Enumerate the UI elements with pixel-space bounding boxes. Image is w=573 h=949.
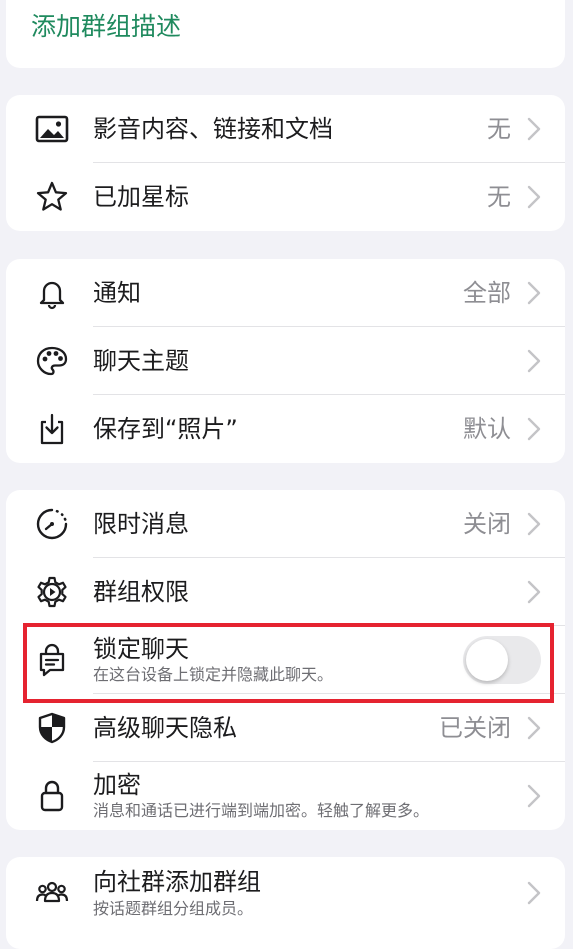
chevron-right-icon	[527, 117, 541, 141]
add-to-community-description: 按话题群组分组成员。	[93, 899, 254, 918]
group-permissions-row[interactable]: 群组权限	[6, 558, 565, 626]
add-group-description-link[interactable]: 添加群组描述	[31, 12, 181, 42]
lock-chat-label: 锁定聊天	[93, 635, 189, 663]
lock-chat-toggle[interactable]	[463, 636, 541, 684]
starred-row[interactable]: 已加星标 无	[6, 163, 565, 231]
group-description-card: 添加群组描述	[6, 0, 565, 68]
shield-icon	[34, 710, 70, 746]
chevron-right-icon	[527, 417, 541, 441]
media-links-docs-label: 影音内容、链接和文档	[93, 115, 333, 143]
image-icon	[34, 111, 70, 147]
chat-theme-label: 聊天主题	[93, 347, 189, 375]
chevron-right-icon	[527, 512, 541, 536]
encryption-row[interactable]: 加密 消息和通话已进行端到端加密。轻触了解更多。	[6, 762, 565, 830]
disappearing-messages-value: 关闭	[463, 510, 511, 538]
chevron-right-icon	[527, 281, 541, 305]
lock-chat-icon	[34, 642, 70, 678]
save-to-photos-value: 默认	[463, 415, 511, 443]
disappearing-messages-label: 限时消息	[93, 510, 189, 538]
group-permissions-label: 群组权限	[93, 578, 189, 606]
chevron-right-icon	[527, 716, 541, 740]
encryption-label: 加密	[93, 771, 141, 799]
timer-icon	[34, 506, 70, 542]
save-to-photos-label: 保存到“照片”	[93, 415, 238, 443]
star-icon	[34, 179, 70, 215]
notifications-label: 通知	[93, 279, 141, 307]
lock-chat-description: 在这台设备上锁定并隐藏此聊天。	[93, 665, 334, 684]
people-icon	[34, 874, 70, 910]
disappearing-messages-row[interactable]: 限时消息 关闭	[6, 490, 565, 558]
advanced-chat-privacy-label: 高级聊天隐私	[93, 714, 237, 742]
notifications-value: 全部	[463, 279, 511, 307]
privacy-section: 限时消息 关闭 群组权限 锁定聊天 在这台设备上锁定并隐藏此聊天。 高级聊天隐私…	[6, 490, 565, 830]
toggle-knob	[466, 639, 508, 681]
chevron-right-icon	[527, 881, 541, 905]
palette-icon	[34, 343, 70, 379]
add-to-community-label: 向社群添加群组	[93, 868, 261, 896]
bell-icon	[34, 275, 70, 311]
download-icon	[34, 411, 70, 447]
chat-theme-row[interactable]: 聊天主题	[6, 327, 565, 395]
chat-settings-section: 通知 全部 聊天主题 保存到“照片” 默认	[6, 259, 565, 463]
add-to-community-row[interactable]: 向社群添加群组 按话题群组分组成员。	[6, 857, 565, 927]
chevron-right-icon	[527, 784, 541, 808]
chevron-right-icon	[527, 349, 541, 373]
gear-icon	[34, 574, 70, 610]
chevron-right-icon	[527, 185, 541, 209]
community-section: 向社群添加群组 按话题群组分组成员。	[6, 857, 565, 949]
save-to-photos-row[interactable]: 保存到“照片” 默认	[6, 395, 565, 463]
media-links-docs-value: 无	[487, 115, 511, 143]
starred-value: 无	[487, 183, 511, 211]
media-links-docs-row[interactable]: 影音内容、链接和文档 无	[6, 95, 565, 163]
chevron-right-icon	[527, 580, 541, 604]
advanced-chat-privacy-row[interactable]: 高级聊天隐私 已关闭	[6, 694, 565, 762]
lock-chat-row[interactable]: 锁定聊天 在这台设备上锁定并隐藏此聊天。	[6, 626, 565, 694]
media-section: 影音内容、链接和文档 无 已加星标 无	[6, 95, 565, 231]
starred-label: 已加星标	[93, 183, 189, 211]
advanced-chat-privacy-value: 已关闭	[439, 714, 511, 742]
lock-icon	[34, 778, 70, 814]
encryption-description: 消息和通话已进行端到端加密。轻触了解更多。	[93, 801, 430, 820]
notifications-row[interactable]: 通知 全部	[6, 259, 565, 327]
